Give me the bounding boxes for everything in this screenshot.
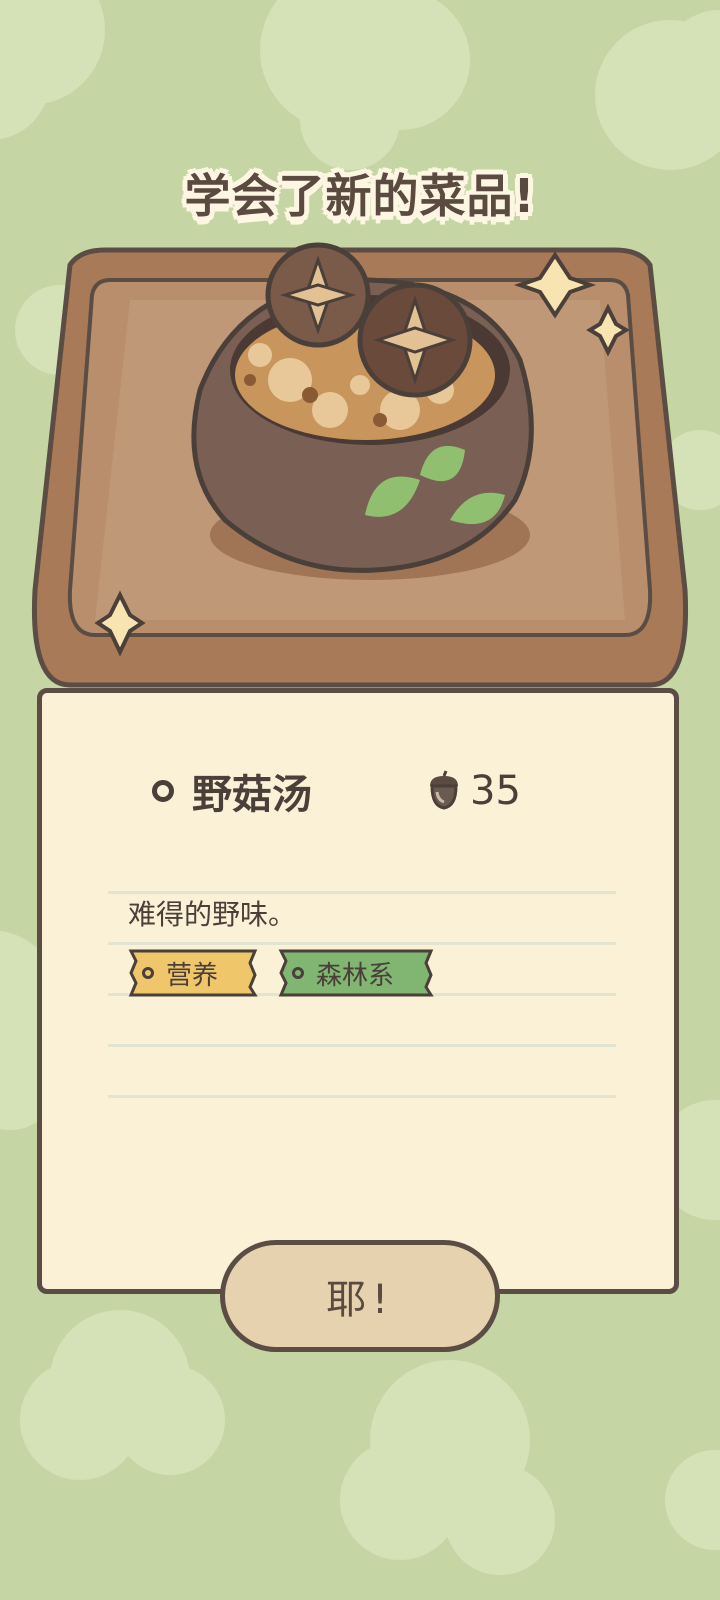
tag-forest: 森林系 (278, 947, 434, 999)
screen: 学会了新的菜品! 野菇汤 35 难得的野味。 营养 森林系 耶! (0, 0, 720, 1600)
mushroom-soup-illustration (31, 242, 689, 688)
acorn-icon (430, 770, 458, 810)
dish-price: 35 (470, 768, 521, 814)
bullet-icon (152, 780, 174, 802)
confirm-button[interactable]: 耶! (220, 1240, 500, 1352)
tag-nutrition: 营养 (128, 947, 258, 999)
tag-label: 森林系 (316, 960, 395, 991)
price-row: 35 (426, 761, 521, 821)
tag-label: 营养 (166, 960, 219, 991)
dish-name-row: 野菇汤 (152, 761, 312, 821)
recipe-card: 野菇汤 35 难得的野味。 营养 森林系 (37, 688, 679, 1294)
popup-title: 学会了新的菜品! (184, 169, 536, 223)
dish-description: 难得的野味。 (128, 898, 297, 931)
dish-name: 野菇汤 (192, 772, 312, 818)
